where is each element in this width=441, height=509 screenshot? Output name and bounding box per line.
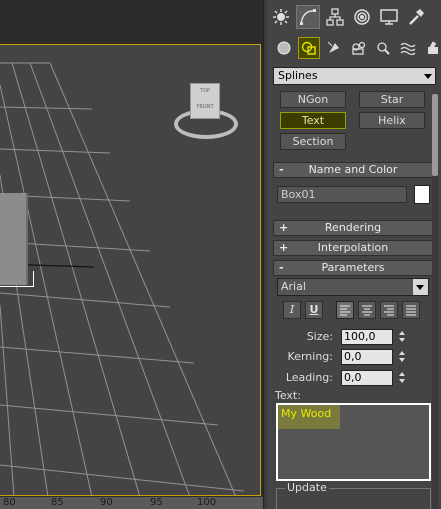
align-center-button[interactable] [358,301,376,319]
rollout-title: Rendering [324,221,382,234]
rollout-expand-sign: + [279,241,289,254]
font-dropdown-value: Arial [281,280,306,293]
command-panel: Splines NGon Star Text Helix Section - N… [267,0,441,509]
viewcube[interactable]: TOP FRONT [168,83,242,141]
text-label: Text: [275,389,301,402]
helpers-icon[interactable] [372,37,394,59]
rollout-collapse-sign: - [279,261,284,274]
update-group: Update [276,481,431,509]
section-button[interactable]: Section [280,133,346,150]
italic-button[interactable]: I [283,301,301,319]
star-button[interactable]: Star [359,91,425,108]
command-panel-tabs [269,3,441,31]
align-left-icon [340,305,350,316]
rollout-title: Interpolation [317,241,389,254]
text-input-area[interactable]: My Wood [276,403,431,481]
motion-icon[interactable] [350,5,374,29]
time-ruler[interactable]: 80 85 90 95 100 [0,496,263,509]
size-spinner[interactable] [397,329,407,345]
justify-button[interactable] [402,301,420,319]
hierarchy-icon[interactable] [323,5,347,29]
justify-icon [406,305,416,316]
sun-icon[interactable] [269,5,293,29]
ngon-button[interactable]: NGon [280,91,346,108]
ruler-tick-label: 80 [3,497,16,508]
font-dropdown[interactable]: Arial [277,278,429,296]
chevron-down-icon [424,74,432,79]
viewport-top-strip [0,0,263,44]
ruler-tick-label: 90 [100,497,113,508]
interpolation-rollout-header[interactable]: + Interpolation [273,240,433,256]
leading-label: Leading: [285,371,333,384]
ruler-tick-label: 95 [150,497,163,508]
rollout-container: NGon Star Text Helix Section - Name and … [273,90,433,509]
size-label: Size: [306,330,333,343]
modify-curve-icon[interactable] [296,5,320,29]
object-color-swatch[interactable] [414,185,430,204]
name-and-color-rollout-header[interactable]: - Name and Color [273,162,433,178]
text-input-value: My Wood [281,407,332,420]
rendering-rollout-header[interactable]: + Rendering [273,220,433,236]
ruler-tick-label: 85 [51,497,64,508]
rollout-expand-sign: + [279,221,289,234]
geometry-sphere-icon[interactable] [273,37,295,59]
spacewarps-icon[interactable] [397,37,419,59]
object-name-field[interactable]: Box01 [277,186,407,203]
viewcube-top-label: TOP [199,88,210,94]
kerning-spinner[interactable] [397,349,407,365]
utilities-hammer-icon[interactable] [404,5,428,29]
align-left-button[interactable] [336,301,354,319]
kerning-field[interactable]: 0,0 [341,349,393,365]
leading-spinner[interactable] [397,370,407,386]
rollout-title: Parameters [321,261,385,274]
ruler-tick-label: 100 [197,497,217,508]
kerning-label: Kerning: [287,350,333,363]
display-icon[interactable] [377,5,401,29]
parameters-rollout-header[interactable]: - Parameters [273,260,433,276]
category-dropdown-value: Splines [278,69,318,82]
underline-button[interactable]: U [305,301,323,319]
panel-scrollbar[interactable] [432,94,438,509]
category-dropdown[interactable]: Splines [273,67,436,85]
systems-icon[interactable] [422,37,441,59]
perspective-viewport[interactable]: TOP FRONT 80 85 90 95 100 [0,0,263,509]
update-group-label: Update [285,481,329,494]
align-right-icon [384,305,394,316]
selection-bracket [0,271,34,287]
leading-field[interactable]: 0,0 [341,370,393,386]
viewcube-box[interactable]: TOP FRONT [190,83,220,119]
helix-button[interactable]: Helix [359,112,425,129]
lights-icon[interactable] [323,37,345,59]
align-center-icon [362,305,372,316]
cameras-icon[interactable] [348,37,370,59]
size-field[interactable]: 100,0 [341,329,393,345]
create-subcategory-tabs [273,35,441,61]
align-right-button[interactable] [380,301,398,319]
panel-scrollbar-thumb[interactable] [432,94,438,176]
rollout-title: Name and Color [308,163,398,176]
text-button[interactable]: Text [280,112,346,129]
rollout-collapse-sign: - [279,163,284,176]
chevron-down-icon [416,285,424,290]
viewcube-front-label: FRONT [196,104,214,110]
active-viewport-frame[interactable]: TOP FRONT [0,44,261,497]
shapes-icon[interactable] [297,37,320,59]
